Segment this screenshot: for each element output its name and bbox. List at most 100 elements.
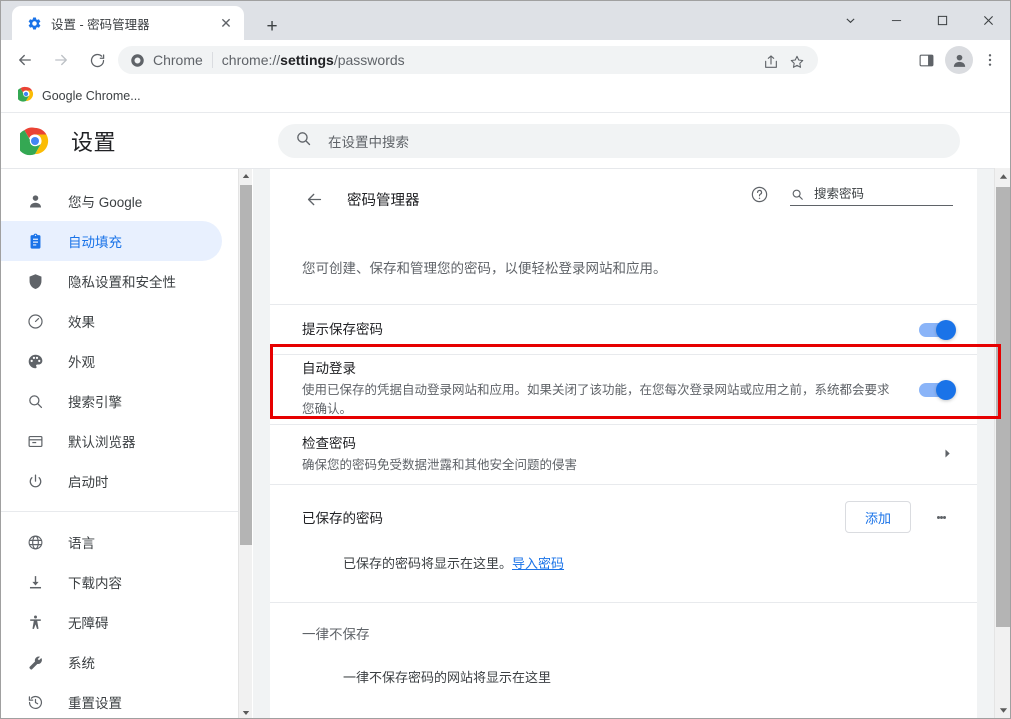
side-panel-icon[interactable] bbox=[911, 45, 941, 75]
sidebar-item-system[interactable]: 系统 bbox=[0, 642, 222, 682]
toggle-auto-sign-in[interactable] bbox=[919, 383, 953, 397]
accessibility-icon bbox=[25, 612, 45, 632]
sidebar-item-label: 默认浏览器 bbox=[68, 431, 136, 451]
row-text: 自动登录 使用已保存的凭据自动登录网站和应用。如果关闭了该功能，在您每次登录网站… bbox=[302, 359, 919, 419]
share-icon[interactable] bbox=[758, 49, 784, 75]
help-circle-icon[interactable] bbox=[748, 184, 770, 206]
sidebar-group-primary: 您与 Google 自动填充 隐私设置和安全性 bbox=[0, 169, 238, 719]
three-dot-menu-icon[interactable] bbox=[975, 45, 1005, 75]
search-icon bbox=[25, 391, 45, 411]
sidebar-item-privacy-security[interactable]: 隐私设置和安全性 bbox=[0, 261, 222, 301]
scroll-down-icon[interactable] bbox=[995, 702, 1011, 719]
dot bbox=[943, 516, 946, 519]
sidebar-item-label: 系统 bbox=[68, 652, 95, 672]
search-icon bbox=[295, 130, 312, 152]
speedometer-icon bbox=[25, 311, 45, 331]
sidebar-item-label: 自动填充 bbox=[68, 231, 122, 251]
saved-passwords-title: 已保存的密码 bbox=[302, 507, 845, 527]
row-text: 检查密码 确保您的密码免受数据泄露和其他安全问题的侵害 bbox=[302, 434, 942, 475]
close-icon[interactable]: ✕ bbox=[216, 13, 236, 33]
row-title: 提示保存密码 bbox=[302, 320, 895, 340]
password-search-placeholder: 搜索密码 bbox=[814, 183, 864, 202]
password-manager-header: 密码管理器 搜索密码 bbox=[270, 169, 977, 229]
omnibox-chip-label: Chrome bbox=[153, 52, 203, 68]
browser-tab[interactable]: 设置 - 密码管理器 ✕ bbox=[12, 6, 244, 40]
omnibox-actions bbox=[758, 49, 810, 75]
search-placeholder: 在设置中搜索 bbox=[328, 131, 409, 151]
empty-text: 已保存的密码将显示在这里。 bbox=[343, 556, 512, 571]
saved-passwords-header: 已保存的密码 添加 bbox=[270, 485, 977, 549]
power-icon bbox=[25, 471, 45, 491]
globe-icon bbox=[25, 532, 45, 552]
sidebar-item-label: 效果 bbox=[68, 311, 95, 331]
sidebar-item-downloads[interactable]: 下载内容 bbox=[0, 562, 222, 602]
person-icon bbox=[25, 191, 45, 211]
close-window-button[interactable] bbox=[965, 0, 1011, 40]
sidebar-item-autofill[interactable]: 自动填充 bbox=[0, 221, 222, 261]
browser-toolbar: Chrome chrome://settings/passwords bbox=[0, 40, 1011, 80]
search-input[interactable]: 在设置中搜索 bbox=[278, 124, 960, 158]
never-saved-title: 一律不保存 bbox=[302, 623, 370, 643]
browser-window-icon bbox=[25, 431, 45, 451]
password-manager-title: 密码管理器 bbox=[347, 189, 420, 210]
chevron-down-icon[interactable] bbox=[827, 0, 873, 40]
sidebar-item-label: 您与 Google bbox=[68, 191, 142, 211]
maximize-button[interactable] bbox=[919, 0, 965, 40]
chevron-right-icon[interactable] bbox=[942, 448, 953, 462]
new-tab-button[interactable]: + bbox=[258, 12, 286, 40]
sidebar-item-accessibility[interactable]: 无障碍 bbox=[0, 602, 222, 642]
sidebar-scrollbar[interactable] bbox=[238, 169, 252, 719]
toggle-knob bbox=[936, 320, 956, 340]
row-title: 自动登录 bbox=[302, 359, 895, 379]
bookmark-item[interactable]: Google Chrome... bbox=[10, 84, 149, 108]
minimize-button[interactable] bbox=[873, 0, 919, 40]
row-auto-sign-in[interactable]: 自动登录 使用已保存的凭据自动登录网站和应用。如果关闭了该功能，在您每次登录网站… bbox=[270, 355, 977, 425]
reload-icon[interactable] bbox=[82, 45, 112, 75]
scroll-down-icon[interactable] bbox=[239, 706, 253, 719]
address-bar[interactable]: Chrome chrome://settings/passwords bbox=[118, 46, 818, 74]
settings-gear-icon bbox=[26, 15, 42, 31]
back-arrow-icon[interactable] bbox=[302, 187, 326, 211]
sidebar-item-label: 重置设置 bbox=[68, 692, 122, 712]
password-search-input[interactable]: 搜索密码 bbox=[790, 183, 953, 206]
sidebar-item-reset-settings[interactable]: 重置设置 bbox=[0, 682, 222, 719]
row-offer-to-save-passwords[interactable]: 提示保存密码 bbox=[270, 305, 977, 355]
sidebar-item-on-startup[interactable]: 启动时 bbox=[0, 461, 222, 501]
sidebar-item-default-browser[interactable]: 默认浏览器 bbox=[0, 421, 222, 461]
scroll-up-icon[interactable] bbox=[239, 169, 253, 183]
add-password-button[interactable]: 添加 bbox=[845, 501, 911, 533]
import-passwords-link[interactable]: 导入密码 bbox=[512, 556, 564, 571]
sidebar-item-you-and-google[interactable]: 您与 Google bbox=[0, 181, 222, 221]
sidebar-item-performance[interactable]: 效果 bbox=[0, 301, 222, 341]
sidebar-item-label: 无障碍 bbox=[68, 612, 109, 632]
three-dot-menu-icon[interactable] bbox=[929, 505, 953, 529]
window-controls bbox=[827, 0, 1011, 40]
sidebar-item-languages[interactable]: 语言 bbox=[0, 522, 222, 562]
tab-strip: 设置 - 密码管理器 ✕ + bbox=[0, 0, 1011, 40]
profile-avatar-icon[interactable] bbox=[945, 46, 973, 74]
content-scrollbar-thumb[interactable] bbox=[996, 187, 1011, 627]
content-scrollbar[interactable] bbox=[994, 168, 1011, 719]
row-text: 提示保存密码 bbox=[302, 320, 919, 340]
omnibox-separator bbox=[212, 52, 213, 68]
bookmarks-bar: Google Chrome... bbox=[0, 80, 1011, 113]
never-saved-empty-note: 一律不保存密码的网站将显示在这里 bbox=[270, 663, 977, 716]
row-check-passwords[interactable]: 检查密码 确保您的密码免受数据泄露和其他安全问题的侵害 bbox=[270, 425, 977, 485]
forward-icon[interactable] bbox=[46, 45, 76, 75]
back-icon[interactable] bbox=[10, 45, 40, 75]
sidebar-item-label: 搜索引擎 bbox=[68, 391, 122, 411]
password-manager-description: 您可创建、保存和管理您的密码，以便轻松登录网站和应用。 bbox=[270, 229, 977, 305]
toggle-offer-to-save-passwords[interactable] bbox=[919, 323, 953, 337]
star-icon[interactable] bbox=[784, 49, 810, 75]
sidebar-item-label: 启动时 bbox=[68, 471, 109, 491]
sidebar-item-label: 下载内容 bbox=[68, 572, 122, 592]
sidebar-item-appearance[interactable]: 外观 bbox=[0, 341, 222, 381]
settings-body: 您与 Google 自动填充 隐私设置和安全性 bbox=[0, 168, 1011, 719]
browser-window: 设置 - 密码管理器 ✕ + bbox=[0, 0, 1011, 719]
sidebar-scrollbar-thumb[interactable] bbox=[240, 185, 252, 545]
scroll-up-icon[interactable] bbox=[995, 168, 1011, 185]
settings-sidebar: 您与 Google 自动填充 隐私设置和安全性 bbox=[0, 169, 238, 719]
bookmark-label: Google Chrome... bbox=[42, 89, 141, 103]
sidebar-item-search-engine[interactable]: 搜索引擎 bbox=[0, 381, 222, 421]
chrome-logo-icon bbox=[18, 86, 34, 107]
